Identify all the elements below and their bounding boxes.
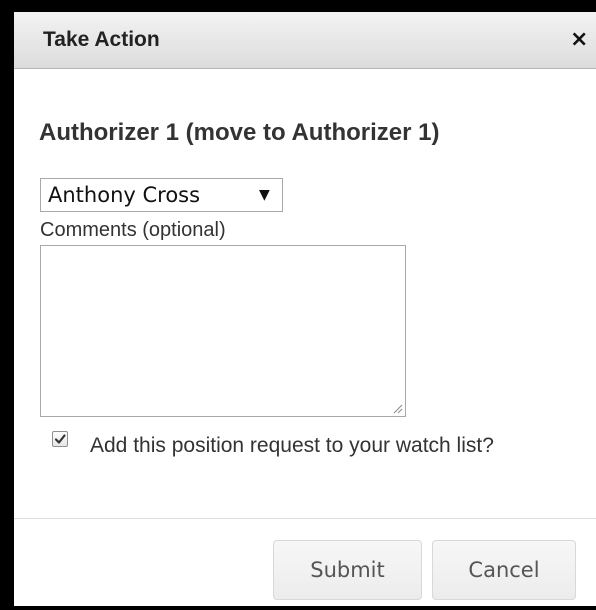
dropdown-arrow-icon: ▼ <box>259 187 270 203</box>
resize-grip-icon[interactable] <box>391 402 403 414</box>
watch-list-label: Add this position request to your watch … <box>90 434 494 457</box>
dialog-title: Take Action <box>43 28 160 51</box>
authorizer-select[interactable]: Anthony Cross ▼ <box>40 178 283 212</box>
comments-textarea[interactable] <box>40 245 406 417</box>
footer-divider <box>14 518 596 519</box>
authorizer-select-value: Anthony Cross <box>48 183 201 207</box>
authorizer-heading: Authorizer 1 (move to Authorizer 1) <box>39 119 440 146</box>
cancel-button[interactable]: Cancel <box>432 540 576 600</box>
submit-button[interactable]: Submit <box>273 540 422 600</box>
dialog-titlebar: Take Action × <box>14 12 596 69</box>
take-action-dialog: Take Action × Authorizer 1 (move to Auth… <box>14 12 596 606</box>
close-icon[interactable]: × <box>570 26 596 54</box>
comments-label: Comments (optional) <box>40 219 226 241</box>
